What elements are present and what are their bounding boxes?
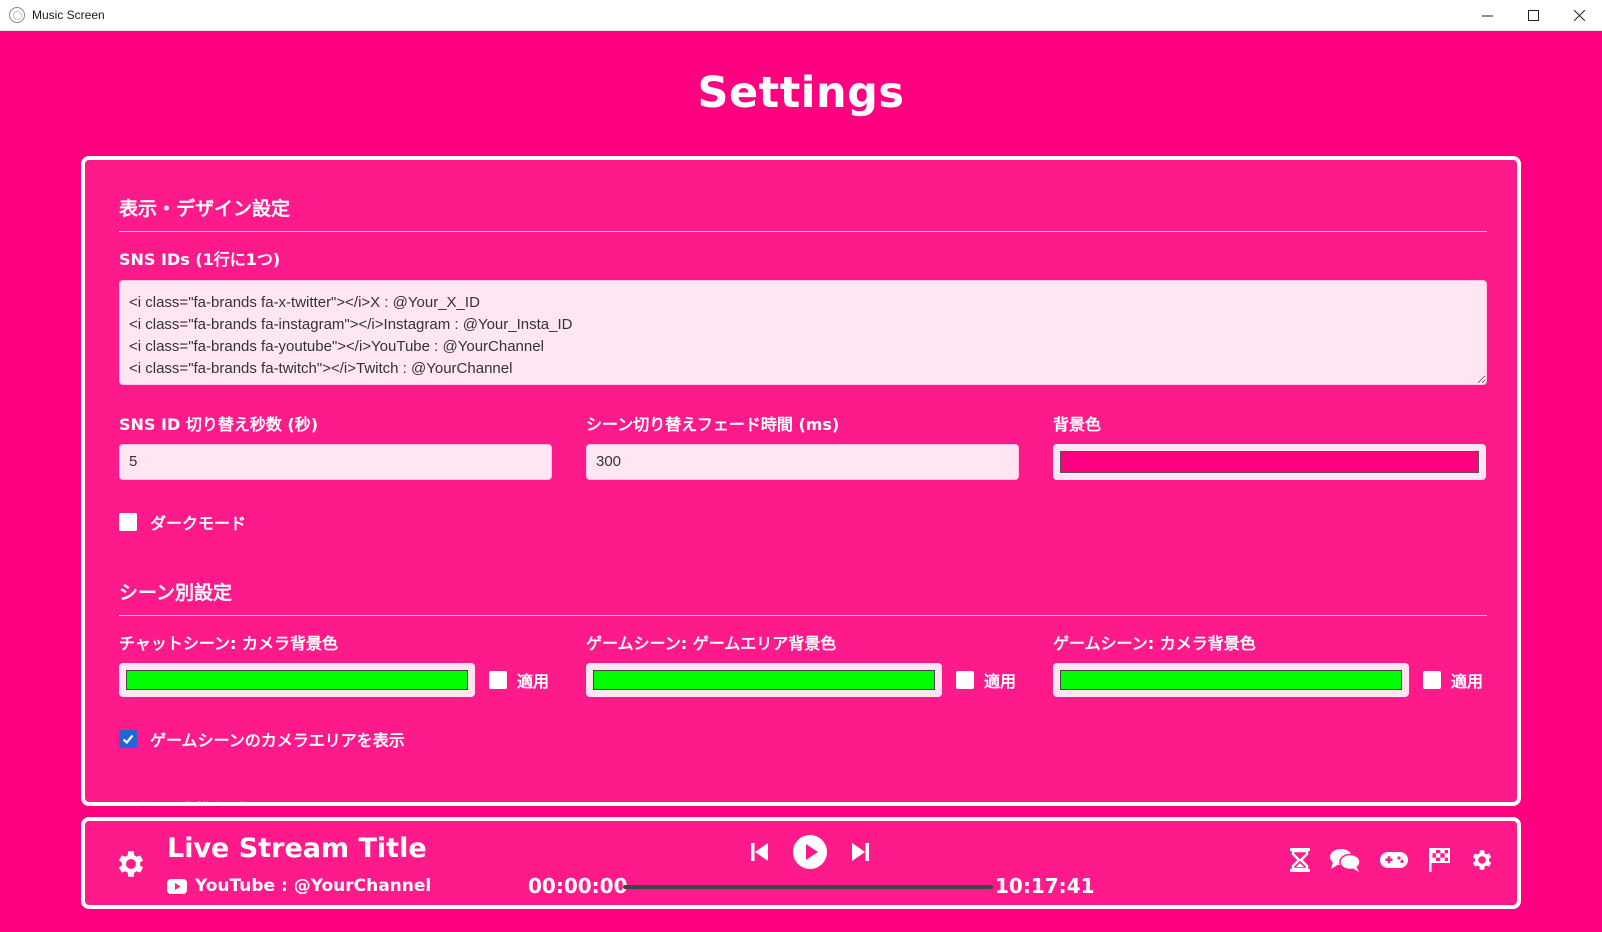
show-camera-checkbox[interactable] (119, 730, 137, 748)
sns-ids-label: SNS IDs (1行に1つ) (119, 250, 281, 269)
player-bar: Live Stream Title YouTube : @YourChannel (81, 817, 1521, 909)
settings-scene-button[interactable] (1469, 847, 1495, 873)
chat-camera-apply-label: 適用 (517, 672, 550, 691)
stream-section-heading: 配信・連携設定 (119, 797, 1487, 802)
bg-color-field: 背景色 (1053, 411, 1486, 480)
fade-time-input[interactable]: 300 (586, 444, 1019, 480)
chat-camera-apply-checkbox[interactable] (489, 671, 507, 689)
skip-previous-icon (751, 843, 768, 861)
chat-scene-button[interactable] (1329, 847, 1361, 873)
game-area-bg-control: 適用 (586, 663, 1019, 697)
maximize-icon (1527, 10, 1539, 21)
bg-color-swatch (1060, 451, 1479, 473)
settings-icon (1472, 850, 1492, 870)
page-title: Settings (697, 68, 905, 118)
dark-mode-row: ダークモード (119, 510, 1487, 534)
show-camera-row: ゲームシーンのカメラエリアを表示 (119, 727, 1487, 751)
title-bar: Music Screen (0, 0, 1602, 31)
play-icon (793, 835, 827, 869)
fade-time-field: シーン切り替えフェード時間 (ms) 300 (586, 411, 1019, 480)
switch-seconds-label: SNS ID 切り替え秒数 (秒) (119, 415, 319, 434)
settings-content: 表示・デザイン設定 SNS IDs (1行に1つ) SNS ID 切り替え秒数 … (119, 194, 1487, 802)
previous-button[interactable] (750, 841, 770, 863)
close-button[interactable] (1556, 0, 1602, 31)
game-area-bg-field: ゲームシーン: ゲームエリア背景色 適用 (586, 630, 1019, 697)
window-controls (1464, 0, 1602, 31)
stream-title: Live Stream Title (167, 833, 427, 864)
youtube-icon (167, 878, 187, 894)
chat-camera-bg-picker[interactable] (119, 663, 475, 697)
game-camera-apply-checkbox[interactable] (1423, 671, 1441, 689)
checkmark-icon (122, 734, 134, 745)
chat-camera-bg-control: 適用 (119, 663, 552, 697)
settings-panel[interactable]: 表示・デザイン設定 SNS IDs (1行に1つ) SNS ID 切り替え秒数 … (81, 156, 1521, 806)
game-area-apply: 適用 (956, 668, 1016, 692)
timer-scene-button[interactable] (1289, 847, 1311, 873)
window-title: Music Screen (32, 8, 105, 22)
player-settings-button[interactable] (114, 847, 148, 881)
switch-seconds-field: SNS ID 切り替え秒数 (秒) 5 (119, 411, 552, 480)
progress-bar[interactable] (623, 885, 993, 889)
chat-camera-bg-swatch (126, 670, 468, 690)
game-camera-apply-label: 適用 (1451, 672, 1484, 691)
gamepad-icon (1380, 852, 1408, 868)
app-window: Music Screen Settings 表示・デザイン設定 SNS IDs … (0, 0, 1602, 932)
skip-next-icon (852, 843, 869, 861)
game-area-bg-swatch (593, 670, 935, 690)
chat-camera-bg-field: チャットシーン: カメラ背景色 適用 (119, 630, 552, 697)
chat-icon (1330, 849, 1361, 872)
game-area-bg-picker[interactable] (586, 663, 942, 697)
game-camera-apply: 適用 (1423, 668, 1483, 692)
gear-icon (118, 851, 144, 877)
bg-color-picker[interactable] (1053, 444, 1486, 480)
bg-color-label: 背景色 (1053, 415, 1102, 434)
minimize-button[interactable] (1464, 0, 1510, 31)
dark-mode-label: ダークモード (150, 514, 247, 533)
chat-camera-apply: 適用 (489, 668, 549, 692)
game-camera-bg-label: ゲームシーン: カメラ背景色 (1053, 634, 1256, 653)
flag-icon (1429, 848, 1450, 872)
minimize-icon (1481, 15, 1493, 17)
dark-mode-checkbox[interactable] (119, 513, 137, 531)
game-camera-bg-swatch (1060, 670, 1402, 690)
scene-switch-icons (1289, 847, 1495, 873)
ending-scene-button[interactable] (1427, 847, 1451, 873)
current-time: 00:00:00 (528, 874, 628, 898)
switch-seconds-input[interactable]: 5 (119, 444, 552, 480)
game-camera-bg-control: 適用 (1053, 663, 1486, 697)
fade-time-label: シーン切り替えフェード時間 (ms) (586, 415, 840, 434)
total-time: 10:17:41 (995, 874, 1095, 898)
scene-colors-row: チャットシーン: カメラ背景色 適用 ゲームシーン: ゲームエリア背景色 適用 … (119, 630, 1487, 697)
game-camera-bg-picker[interactable] (1053, 663, 1409, 697)
sns-ids-textarea[interactable] (119, 280, 1487, 385)
game-camera-bg-field: ゲームシーン: カメラ背景色 適用 (1053, 630, 1486, 697)
game-scene-button[interactable] (1379, 849, 1409, 871)
transport-controls (750, 834, 870, 870)
app-icon (9, 7, 25, 23)
game-area-apply-label: 適用 (984, 672, 1017, 691)
maximize-button[interactable] (1510, 0, 1556, 31)
scene-section-heading: シーン別設定 (119, 578, 1487, 616)
stream-channel: YouTube : @YourChannel (167, 876, 431, 896)
play-button[interactable] (792, 834, 828, 870)
display-section-heading: 表示・デザイン設定 (119, 194, 1487, 232)
chat-camera-bg-label: チャットシーン: カメラ背景色 (119, 634, 339, 653)
show-camera-label: ゲームシーンのカメラエリアを表示 (150, 731, 405, 750)
game-area-bg-label: ゲームシーン: ゲームエリア背景色 (586, 634, 837, 653)
next-button[interactable] (850, 841, 870, 863)
game-area-apply-checkbox[interactable] (956, 671, 974, 689)
hourglass-icon (1290, 848, 1310, 872)
stream-channel-text: YouTube : @YourChannel (195, 876, 432, 896)
close-icon (1573, 10, 1585, 21)
display-options-row: SNS ID 切り替え秒数 (秒) 5 シーン切り替えフェード時間 (ms) 3… (119, 411, 1487, 480)
